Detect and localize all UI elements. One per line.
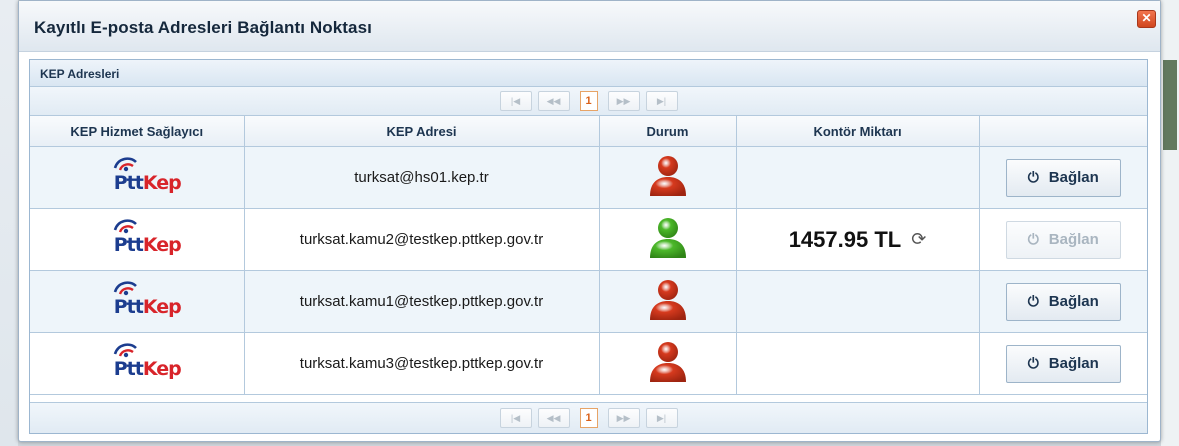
column-header-address[interactable]: KEP Adresi: [243, 116, 600, 147]
credit-cell: 1457.95 TL ⟳: [735, 208, 980, 271]
panel-title: KEP Adresleri: [40, 67, 120, 81]
power-icon: ⏻: [1027, 355, 1039, 371]
pttkep-logo: PttKep: [92, 340, 182, 384]
last-page-button[interactable]: ▶|: [645, 91, 678, 111]
refresh-icon[interactable]: ⟳: [911, 229, 926, 250]
logo-kep-text: Kep: [142, 233, 182, 256]
logo-kep-text: Kep: [142, 171, 182, 194]
next-page-button[interactable]: ▶▶: [607, 91, 640, 111]
logo-ptt-text: Ptt: [113, 295, 144, 318]
action-cell: ⏻ Bağlan: [978, 208, 1147, 271]
address-cell: turksat.kamu2@testkep.pttkep.gov.tr: [243, 208, 600, 271]
power-icon: ⏻: [1027, 231, 1039, 247]
credit-cell: [735, 332, 980, 395]
table-row: PttKep turksat.kamu2@testkep.pttkep.gov.…: [30, 208, 1147, 271]
prev-page-button[interactable]: ◀◀: [537, 408, 570, 428]
address-cell: turksat.kamu1@testkep.pttkep.gov.tr: [243, 270, 600, 333]
logo-kep-text: Kep: [142, 357, 182, 380]
connect-button-label: Bağlan: [1048, 355, 1099, 372]
address-cell: turksat@hs01.kep.tr: [243, 146, 600, 209]
logo-ptt-text: Ptt: [113, 171, 144, 194]
status-cell: [598, 146, 737, 209]
dialog-titlebar[interactable]: Kayıtlı E-posta Adresleri Bağlantı Nokta…: [19, 1, 1160, 52]
status-cell: [598, 332, 737, 395]
logo-kep-text: Kep: [142, 295, 182, 318]
connect-button[interactable]: ⏻ Bağlan: [1005, 158, 1121, 197]
last-page-button[interactable]: ▶|: [645, 408, 678, 428]
address-cell: turksat.kamu3@testkep.pttkep.gov.tr: [243, 332, 600, 395]
provider-cell: PttKep: [30, 208, 245, 271]
current-page[interactable]: 1: [579, 91, 598, 111]
connect-button[interactable]: ⏻ Bağlan: [1005, 344, 1121, 383]
connect-button[interactable]: ⏻ Bağlan: [1005, 282, 1121, 321]
action-cell: ⏻ Bağlan: [978, 332, 1147, 395]
pttkep-logo: PttKep: [92, 154, 182, 198]
power-icon: ⏻: [1027, 169, 1039, 185]
user-status-offline-icon: [649, 155, 686, 196]
pager-top: |◀ ◀◀ 1 ▶▶ ▶|: [30, 87, 1147, 116]
table-row: PttKep turksat@hs01.kep.tr ⏻ Bağlan: [30, 146, 1147, 209]
credit-cell: [735, 270, 980, 333]
pttkep-logo: PttKep: [92, 216, 182, 260]
power-icon: ⏻: [1027, 293, 1039, 309]
connect-button-label: Bağlan: [1048, 231, 1099, 248]
prev-page-button[interactable]: ◀◀: [537, 91, 570, 111]
user-status-online-icon: [649, 217, 686, 258]
logo-ptt-text: Ptt: [113, 357, 144, 380]
column-header-status[interactable]: Durum: [598, 116, 737, 147]
action-cell: ⏻ Bağlan: [978, 146, 1147, 209]
credit-amount: 1457.95 TL: [788, 226, 902, 252]
connect-button-label: Bağlan: [1048, 293, 1099, 310]
kep-addresses-panel: KEP Adresleri |◀ ◀◀ 1 ▶▶ ▶| KEP Hizmet S…: [29, 59, 1148, 434]
provider-cell: PttKep: [30, 332, 245, 395]
kep-dialog: Kayıtlı E-posta Adresleri Bağlantı Nokta…: [18, 0, 1161, 442]
background-page-right: [1161, 0, 1179, 446]
logo-ptt-text: Ptt: [113, 233, 144, 256]
first-page-button[interactable]: |◀: [499, 408, 532, 428]
background-image: [1163, 60, 1177, 150]
table-row: PttKep turksat.kamu3@testkep.pttkep.gov.…: [30, 332, 1147, 395]
user-status-offline-icon: [649, 279, 686, 320]
kep-table: KEP Hizmet Sağlayıcı KEP Adresi Durum Ko…: [30, 116, 1147, 395]
table-row: PttKep turksat.kamu1@testkep.pttkep.gov.…: [30, 270, 1147, 333]
connect-button-label: Bağlan: [1048, 169, 1099, 186]
next-page-button[interactable]: ▶▶: [607, 408, 640, 428]
background-page-left: [0, 0, 18, 446]
table-header-row: KEP Hizmet Sağlayıcı KEP Adresi Durum Ko…: [30, 116, 1147, 147]
connect-button[interactable]: ⏻ Bağlan: [1005, 220, 1121, 259]
action-cell: ⏻ Bağlan: [978, 270, 1147, 333]
panel-header: KEP Adresleri: [30, 60, 1147, 87]
column-header-provider[interactable]: KEP Hizmet Sağlayıcı: [30, 116, 245, 147]
dialog-title: Kayıtlı E-posta Adresleri Bağlantı Nokta…: [34, 18, 372, 37]
provider-cell: PttKep: [30, 270, 245, 333]
close-icon[interactable]: ✕: [1137, 10, 1156, 28]
provider-cell: PttKep: [30, 146, 245, 209]
first-page-button[interactable]: |◀: [499, 91, 532, 111]
credit-cell: [735, 146, 980, 209]
current-page[interactable]: 1: [579, 408, 598, 428]
pager-bottom: |◀ ◀◀ 1 ▶▶ ▶|: [30, 402, 1147, 433]
column-header-action: [978, 116, 1147, 147]
user-status-offline-icon: [649, 341, 686, 382]
column-header-credit[interactable]: Kontör Miktarı: [735, 116, 980, 147]
pttkep-logo: PttKep: [92, 278, 182, 322]
status-cell: [598, 208, 737, 271]
status-cell: [598, 270, 737, 333]
